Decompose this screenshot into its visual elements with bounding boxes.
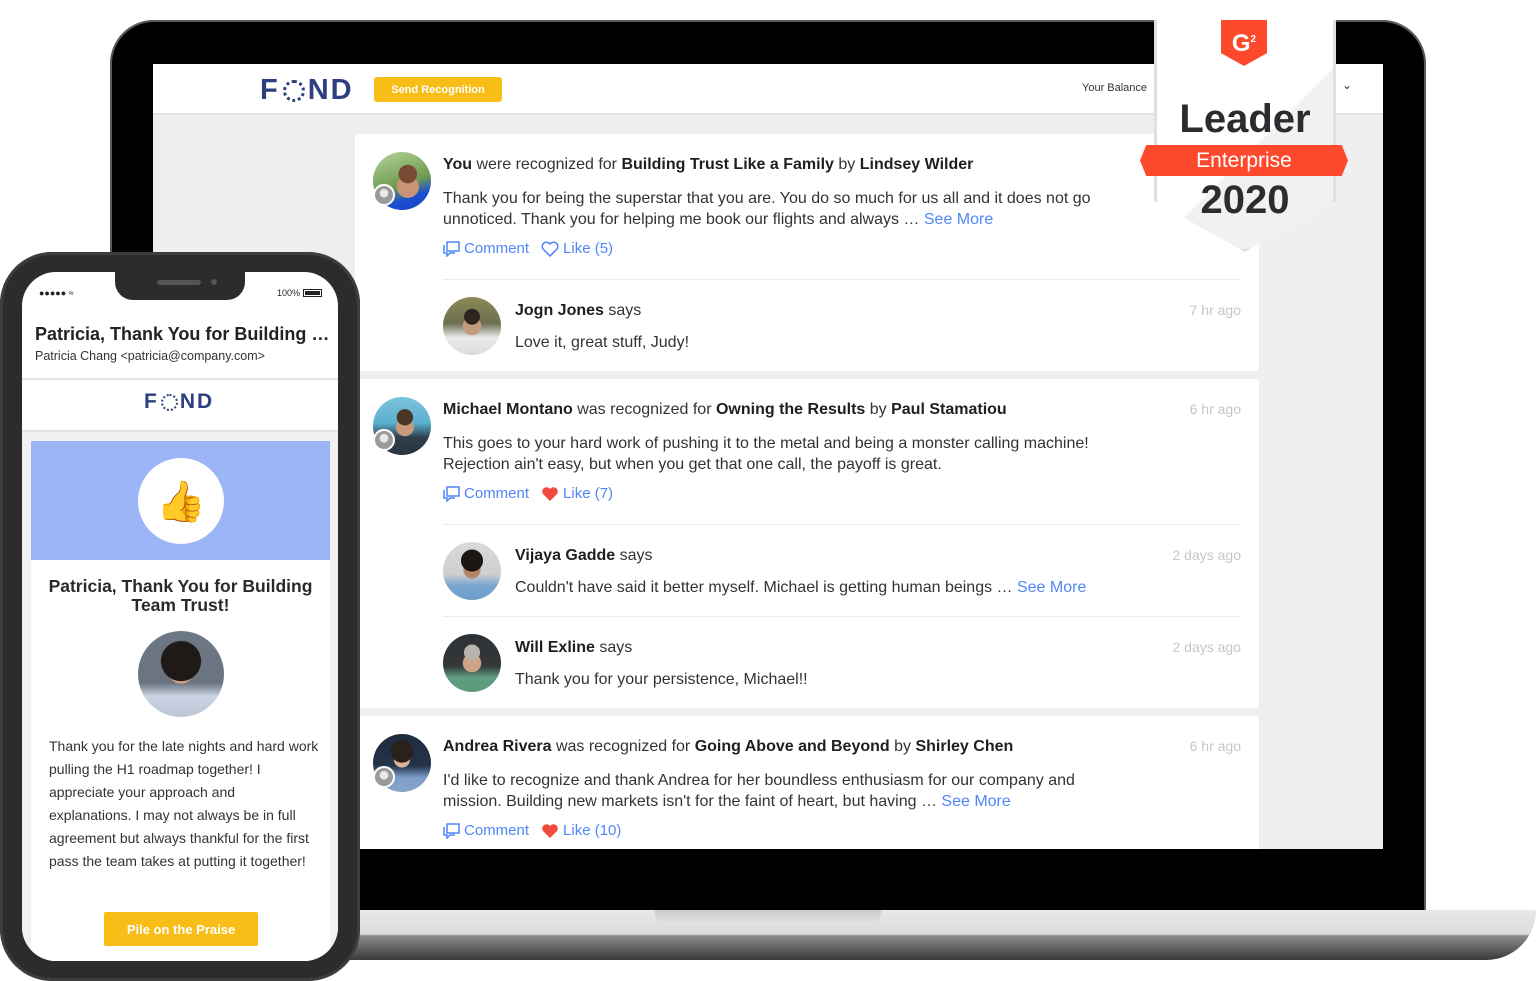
- heart-outline-icon: [541, 241, 559, 257]
- comment-item: 2 days ago Vijaya Gadde says Couldn't ha…: [443, 524, 1241, 616]
- giver-name[interactable]: Paul Stamatiou: [891, 401, 1007, 418]
- recipient-name[interactable]: You: [443, 156, 472, 173]
- recognition-headline: Michael Montano was recognized for Ownin…: [443, 401, 1007, 418]
- recipient-name[interactable]: Andrea Rivera: [443, 738, 552, 755]
- card-actions: Comment Like (5): [443, 240, 1241, 279]
- balance-label[interactable]: Your Balance: [1082, 82, 1147, 94]
- signal-icon: ●●●●●: [39, 288, 67, 298]
- logo-ring-icon: [160, 393, 178, 411]
- commenter-name[interactable]: Vijaya Gadde: [515, 547, 615, 564]
- see-more-link[interactable]: See More: [1017, 579, 1086, 596]
- laptop-base: [300, 910, 1536, 960]
- giver-name[interactable]: Shirley Chen: [915, 738, 1013, 755]
- fond-logo: F ND: [144, 390, 215, 413]
- card-actions: Comment Like (10): [443, 822, 1241, 849]
- giver-avatar[interactable]: [373, 429, 395, 451]
- comment-text: Couldn't have said it better myself. Mic…: [515, 579, 1087, 596]
- card-actions: Comment Like (7): [443, 485, 1241, 524]
- speaker: [157, 280, 201, 285]
- comment-item: 2 days ago Will Exline says Thank you fo…: [443, 616, 1241, 708]
- giver-avatar[interactable]: [373, 766, 395, 788]
- commenter-avatar[interactable]: [443, 634, 501, 692]
- send-recognition-button[interactable]: Send Recognition: [374, 77, 502, 102]
- email-card: 👍 Patricia, Thank You for Building Team …: [31, 441, 330, 961]
- phone-notch: [115, 272, 245, 300]
- comment-icon: [443, 240, 460, 257]
- comment-text: Love it, great stuff, Judy!: [515, 334, 690, 351]
- commenter-name[interactable]: Jogn Jones: [515, 302, 604, 319]
- pile-on-praise-button[interactable]: Pile on the Praise: [104, 912, 258, 946]
- phone-screen: ●●●●● ≈ 100% Patricia, Thank You for Bui…: [22, 272, 338, 961]
- comment-timestamp: 2 days ago: [1172, 639, 1242, 655]
- email-sender: Patricia Chang <patricia@company.com>: [35, 349, 265, 363]
- signal-indicator: ●●●●● ≈: [39, 288, 74, 298]
- recognition-feed: You were recognized for Building Trust L…: [355, 134, 1259, 849]
- recognition-card: 6 hr ago Andrea Rivera was recognized fo…: [355, 716, 1259, 849]
- comment-button[interactable]: Comment: [443, 822, 529, 839]
- battery-icon: [303, 289, 322, 297]
- like-button[interactable]: Like (10): [541, 822, 621, 839]
- recognition-message: This goes to your hard work of pushing i…: [443, 435, 1089, 473]
- comment-text: Thank you for your persistence, Michael!…: [515, 671, 808, 688]
- comment-timestamp: 7 hr ago: [1189, 302, 1241, 318]
- comment-timestamp: 2 days ago: [1172, 547, 1242, 563]
- g2-badge-title: Leader: [1179, 97, 1311, 141]
- g2-badge-year: 2020: [1200, 178, 1290, 222]
- thumbs-up-icon: 👍: [138, 458, 224, 544]
- award-name[interactable]: Owning the Results: [716, 401, 865, 418]
- email-title: Patricia, Thank You for Building Team Tr…: [48, 576, 313, 615]
- award-name[interactable]: Building Trust Like a Family: [621, 156, 833, 173]
- giver-name[interactable]: Lindsey Wilder: [860, 156, 974, 173]
- comment-icon: [443, 822, 460, 839]
- g2-badge-ribbon: Enterprise: [1140, 145, 1348, 176]
- comment-button[interactable]: Comment: [443, 240, 529, 257]
- email-subject: Patricia, Thank You for Building Team Tr…: [35, 324, 335, 344]
- see-more-link[interactable]: See More: [924, 211, 993, 228]
- recognition-headline: You were recognized for Building Trust L…: [443, 156, 974, 173]
- camera: [211, 279, 217, 285]
- battery-indicator: 100%: [277, 288, 322, 298]
- divider: [22, 378, 338, 380]
- comment-icon: [443, 485, 460, 502]
- like-button[interactable]: Like (7): [541, 485, 613, 502]
- commenter-name[interactable]: Will Exline: [515, 639, 595, 656]
- heart-filled-icon: [541, 486, 559, 502]
- recognition-card: 6 hr ago Michael Montano was recognized …: [355, 379, 1259, 708]
- comment-item: 7 hr ago Jogn Jones says Love it, great …: [443, 279, 1241, 371]
- logo-ring-icon: [282, 79, 305, 102]
- wifi-icon: ≈: [68, 288, 74, 298]
- like-button[interactable]: Like (5): [541, 240, 613, 257]
- timestamp: 6 hr ago: [1189, 401, 1241, 417]
- heart-filled-icon: [541, 823, 559, 839]
- recipient-name[interactable]: Michael Montano: [443, 401, 573, 418]
- chevron-down-icon[interactable]: ⌄: [1342, 78, 1352, 92]
- commenter-avatar[interactable]: [443, 297, 501, 355]
- phone-frame: ●●●●● ≈ 100% Patricia, Thank You for Bui…: [0, 252, 360, 981]
- email-hero: 👍: [31, 441, 330, 560]
- award-name[interactable]: Going Above and Beyond: [695, 738, 890, 755]
- recognition-headline: Andrea Rivera was recognized for Going A…: [443, 738, 1014, 755]
- comment-button[interactable]: Comment: [443, 485, 529, 502]
- email-message: Thank you for the late nights and hard w…: [49, 738, 319, 869]
- commenter-avatar[interactable]: [443, 542, 501, 600]
- recipient-photo: [138, 631, 224, 717]
- email-body: 👍 Patricia, Thank You for Building Team …: [22, 432, 338, 961]
- laptop-notch: [655, 910, 881, 924]
- timestamp: 6 hr ago: [1189, 738, 1241, 754]
- see-more-link[interactable]: See More: [941, 793, 1010, 810]
- recognition-card: You were recognized for Building Trust L…: [355, 134, 1259, 371]
- giver-avatar[interactable]: [373, 184, 395, 206]
- fond-logo[interactable]: F ND: [260, 74, 354, 107]
- recognition-message: Thank you for being the superstar that y…: [443, 190, 1091, 228]
- recognition-message: I'd like to recognize and thank Andrea f…: [443, 772, 1075, 810]
